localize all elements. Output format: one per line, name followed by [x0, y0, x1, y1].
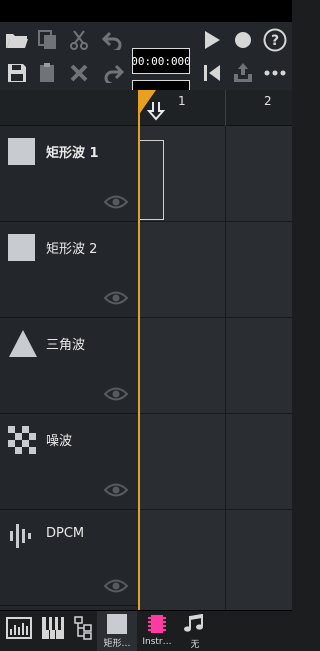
channel-name: 矩形波 1: [46, 146, 99, 161]
channel-row[interactable]: 矩形波 1: [0, 126, 138, 222]
noise-icon: [8, 426, 36, 454]
copy-icon[interactable]: [35, 27, 61, 53]
playhead-flag-icon[interactable]: [137, 90, 171, 126]
export-icon[interactable]: [230, 60, 256, 86]
grid-column-divider: [225, 126, 226, 610]
tab-instrument[interactable]: Instr…: [138, 611, 176, 651]
visibility-eye-icon[interactable]: [103, 194, 129, 213]
time-display: 00:00:000: [131, 48, 191, 74]
tab-label: 无: [190, 640, 200, 650]
music-notes-icon: [184, 614, 203, 632]
open-folder-icon[interactable]: [4, 27, 30, 53]
rewind-icon[interactable]: [199, 60, 225, 86]
tab-label: Instr…: [142, 637, 172, 647]
record-icon[interactable]: [230, 27, 256, 53]
grid-row-divider: [138, 509, 292, 510]
sequencer-view-icon[interactable]: [4, 611, 34, 651]
toolbar: 00:00:000 ?: [0, 22, 292, 108]
visibility-eye-icon[interactable]: [103, 578, 129, 597]
redo-icon[interactable]: [100, 60, 126, 86]
save-icon[interactable]: [4, 60, 30, 86]
grid-row-divider: [138, 317, 292, 318]
channel-row[interactable]: 噪波: [0, 414, 138, 510]
bottom-bar: 矩形… Instr… 无: [0, 610, 292, 651]
grid-row-divider: [138, 221, 292, 222]
pattern-number[interactable]: 1: [178, 94, 186, 108]
square-wave-icon: [8, 234, 36, 262]
channel-name: 矩形波 2: [46, 242, 98, 257]
channel-row[interactable]: 矩形波 2: [0, 222, 138, 318]
channel-name: 噪波: [46, 434, 73, 449]
cut-icon[interactable]: [66, 27, 92, 53]
pattern-selection[interactable]: [139, 140, 164, 220]
square-wave-icon: [8, 138, 36, 166]
svg-text:?: ?: [271, 33, 279, 49]
grid-row-divider: [138, 413, 292, 414]
tab-label: 矩形…: [103, 639, 131, 649]
status-bar: [0, 0, 292, 22]
delete-icon[interactable]: [66, 60, 92, 86]
chip-instrument-icon: [148, 615, 166, 633]
channel-list: 矩形波 1 矩形波 2 三角波 噪波 DPCM: [0, 126, 138, 610]
dpcm-icon: [8, 522, 36, 550]
visibility-eye-icon[interactable]: [103, 482, 129, 501]
more-options-icon[interactable]: [262, 60, 288, 86]
tab-arpeggio[interactable]: 无: [178, 611, 212, 651]
visibility-eye-icon[interactable]: [103, 290, 129, 309]
channel-row[interactable]: 三角波: [0, 318, 138, 414]
paste-icon[interactable]: [35, 60, 61, 86]
help-icon[interactable]: ?: [262, 27, 288, 53]
playhead-line: [138, 90, 140, 610]
tab-channel[interactable]: 矩形…: [97, 611, 137, 651]
piano-roll-icon[interactable]: [38, 611, 68, 651]
pattern-number[interactable]: 2: [264, 94, 272, 108]
square-instrument-icon: [107, 614, 127, 634]
ruler-divider: [225, 90, 226, 126]
visibility-eye-icon[interactable]: [103, 386, 129, 405]
channel-name: DPCM: [46, 526, 85, 541]
play-icon[interactable]: [199, 27, 225, 53]
undo-icon[interactable]: [100, 27, 126, 53]
project-tree-icon[interactable]: [70, 611, 98, 651]
channel-name: 三角波: [46, 338, 86, 353]
triangle-wave-icon: [8, 330, 37, 358]
channel-row[interactable]: DPCM: [0, 510, 138, 606]
